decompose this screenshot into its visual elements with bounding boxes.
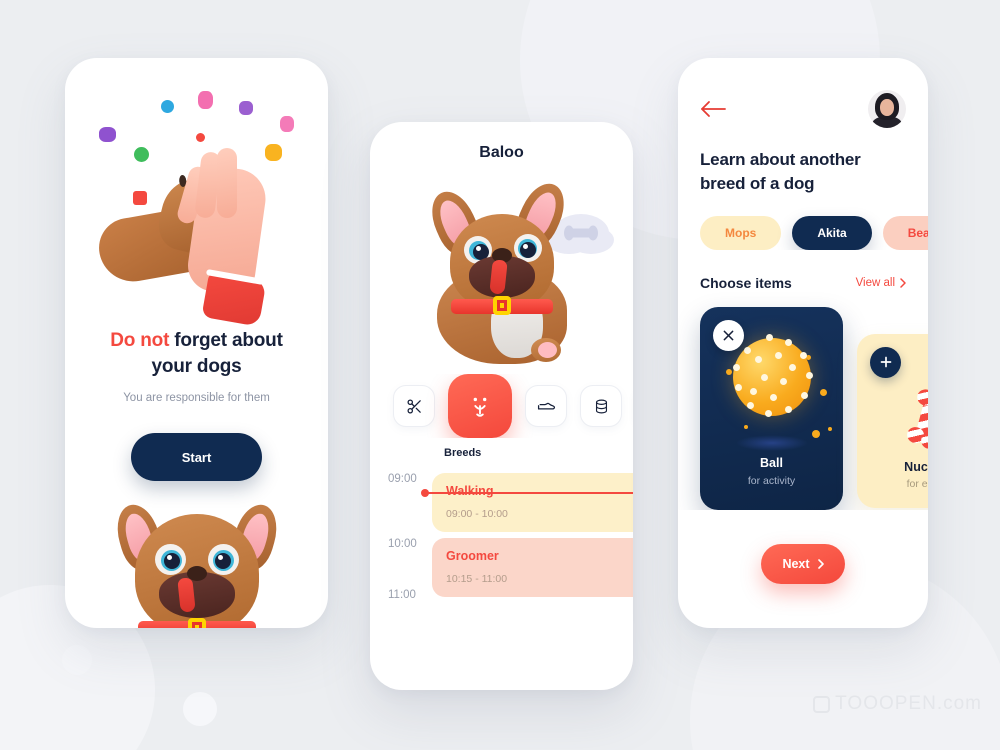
collar-buckle: [187, 618, 206, 628]
chevron-right-icon: [900, 277, 906, 288]
ball-illustration: [732, 333, 813, 417]
item-name: Nucleus: [904, 459, 928, 474]
dog-collar: [137, 618, 256, 628]
dog-pupil: [214, 553, 231, 569]
active-category-label: Breeds: [444, 447, 482, 459]
start-button[interactable]: Start: [131, 433, 262, 482]
phone-screen-onboarding: Do not forget about your dogs You are re…: [65, 58, 328, 628]
decor-dot: [820, 388, 827, 396]
bg-decoration-circle: [62, 645, 92, 675]
category-scissors-icon[interactable]: [393, 385, 435, 427]
timeline-hour: 11:00: [388, 589, 416, 601]
onboarding-illustration: [65, 58, 328, 328]
phone-screen-breeds: Learn about another breed of a dog Mops …: [678, 58, 928, 628]
dog-head: [134, 514, 259, 628]
dog-tongue: [488, 259, 508, 295]
onboarding-title: Do not forget about your dogs: [65, 328, 328, 379]
dog-head: [449, 214, 554, 315]
phone-screen-pet-profile: Baloo Breeds 09:00 Walking 09:00 - 10:00…: [370, 122, 633, 690]
item-name: Ball: [760, 455, 783, 470]
schedule-row: 11:00: [370, 589, 633, 601]
dog-eye-right: [207, 544, 239, 575]
schedule-timeline: 09:00 Walking 09:00 - 10:00 10:00 Groome…: [370, 459, 633, 601]
breed-chip-list: Mops Akita Beagle: [678, 196, 928, 250]
dog-pupil: [519, 242, 536, 258]
pet-illustration: [370, 168, 633, 368]
dog-head-group: [422, 176, 577, 315]
event-time: 09:00 - 10:00: [446, 508, 508, 520]
event-time: 10:15 - 11:00: [446, 573, 508, 585]
watermark: TOOOPEN.com: [813, 693, 982, 715]
next-button[interactable]: Next: [761, 543, 845, 584]
event-title: Groomer: [446, 549, 499, 563]
decor-dot: [806, 354, 811, 360]
watermark-text: TOOOPEN.com: [835, 693, 982, 714]
onboarding-subtitle: You are responsible for them: [123, 392, 270, 405]
timeline-hour: 09:00: [388, 473, 417, 485]
screen-header: [678, 58, 928, 128]
next-label: Next: [782, 556, 810, 571]
items-section-header: Choose items View all: [678, 250, 928, 291]
timeline-hour: 10:00: [388, 538, 417, 550]
page-title: Learn about another breed of a dog: [678, 128, 928, 196]
title-highlight: Do not: [110, 330, 170, 351]
plus-icon: [880, 356, 891, 368]
item-card-ball[interactable]: Ball for activity: [700, 306, 843, 510]
ball-glow: [735, 434, 808, 451]
arrow-left-icon[interactable]: [700, 100, 726, 118]
category-icon-row: [370, 374, 633, 438]
dog-eye-left: [154, 544, 186, 575]
chevron-right-icon: [817, 558, 824, 569]
collar-buckle: [492, 296, 511, 315]
schedule-row: 09:00 Walking 09:00 - 10:00: [370, 473, 633, 532]
current-time-dot: [421, 489, 429, 497]
category-food-can-icon[interactable]: [580, 385, 622, 427]
view-all-link[interactable]: View all: [856, 277, 906, 289]
dog-pupil: [163, 553, 180, 569]
bg-decoration-circle: [183, 692, 217, 726]
category-breeds-icon[interactable]: [448, 374, 512, 438]
confetti-squiggle: [198, 91, 213, 109]
decor-dot: [744, 424, 748, 429]
view-all-label: View all: [855, 276, 895, 289]
event-title: Walking: [446, 484, 494, 498]
user-avatar[interactable]: [868, 90, 906, 128]
bone-knob: [914, 387, 928, 407]
title-line2: your dogs: [151, 355, 242, 377]
title-rest: forget about: [169, 330, 283, 351]
item-description: for activity: [747, 474, 796, 487]
dog-muzzle: [158, 566, 235, 618]
high-five-hands: [65, 108, 328, 328]
breed-chip-akita[interactable]: Akita: [792, 215, 872, 250]
bone-illustration: [904, 385, 928, 451]
hand-finger: [217, 148, 237, 218]
dog-collar: [450, 296, 553, 315]
dog-muzzle: [468, 248, 535, 298]
decor-dot: [828, 426, 832, 431]
category-shoe-icon[interactable]: [525, 385, 567, 427]
item-description: for eating: [906, 477, 928, 490]
event-card-walking[interactable]: Walking 09:00 - 10:00: [432, 473, 633, 532]
avatar-face: [880, 99, 894, 116]
item-card-nucleus[interactable]: Nucleus for eating: [857, 333, 928, 508]
page-title-line2: breed of a dog: [700, 173, 815, 193]
current-time-indicator: [421, 489, 633, 497]
close-icon: [723, 330, 734, 340]
pet-name: Baloo: [479, 144, 524, 161]
dog-peek-illustration: [110, 499, 283, 628]
dog-paw-pad-pink: [537, 342, 557, 358]
section-title: Choose items: [700, 274, 792, 291]
decor-dot: [726, 368, 732, 375]
breed-chip-beagle[interactable]: Beagle: [882, 215, 928, 250]
dog-tongue: [176, 577, 196, 613]
add-item-button[interactable]: [870, 346, 901, 378]
page-title-line1: Learn about another: [700, 150, 861, 169]
item-card-list: Ball for activity Nucleus for eating: [678, 291, 928, 510]
remove-item-button[interactable]: [713, 319, 744, 351]
breed-chip-mops[interactable]: Mops: [700, 215, 782, 250]
watermark-logo-icon: [813, 695, 831, 713]
decor-dot: [812, 429, 820, 438]
